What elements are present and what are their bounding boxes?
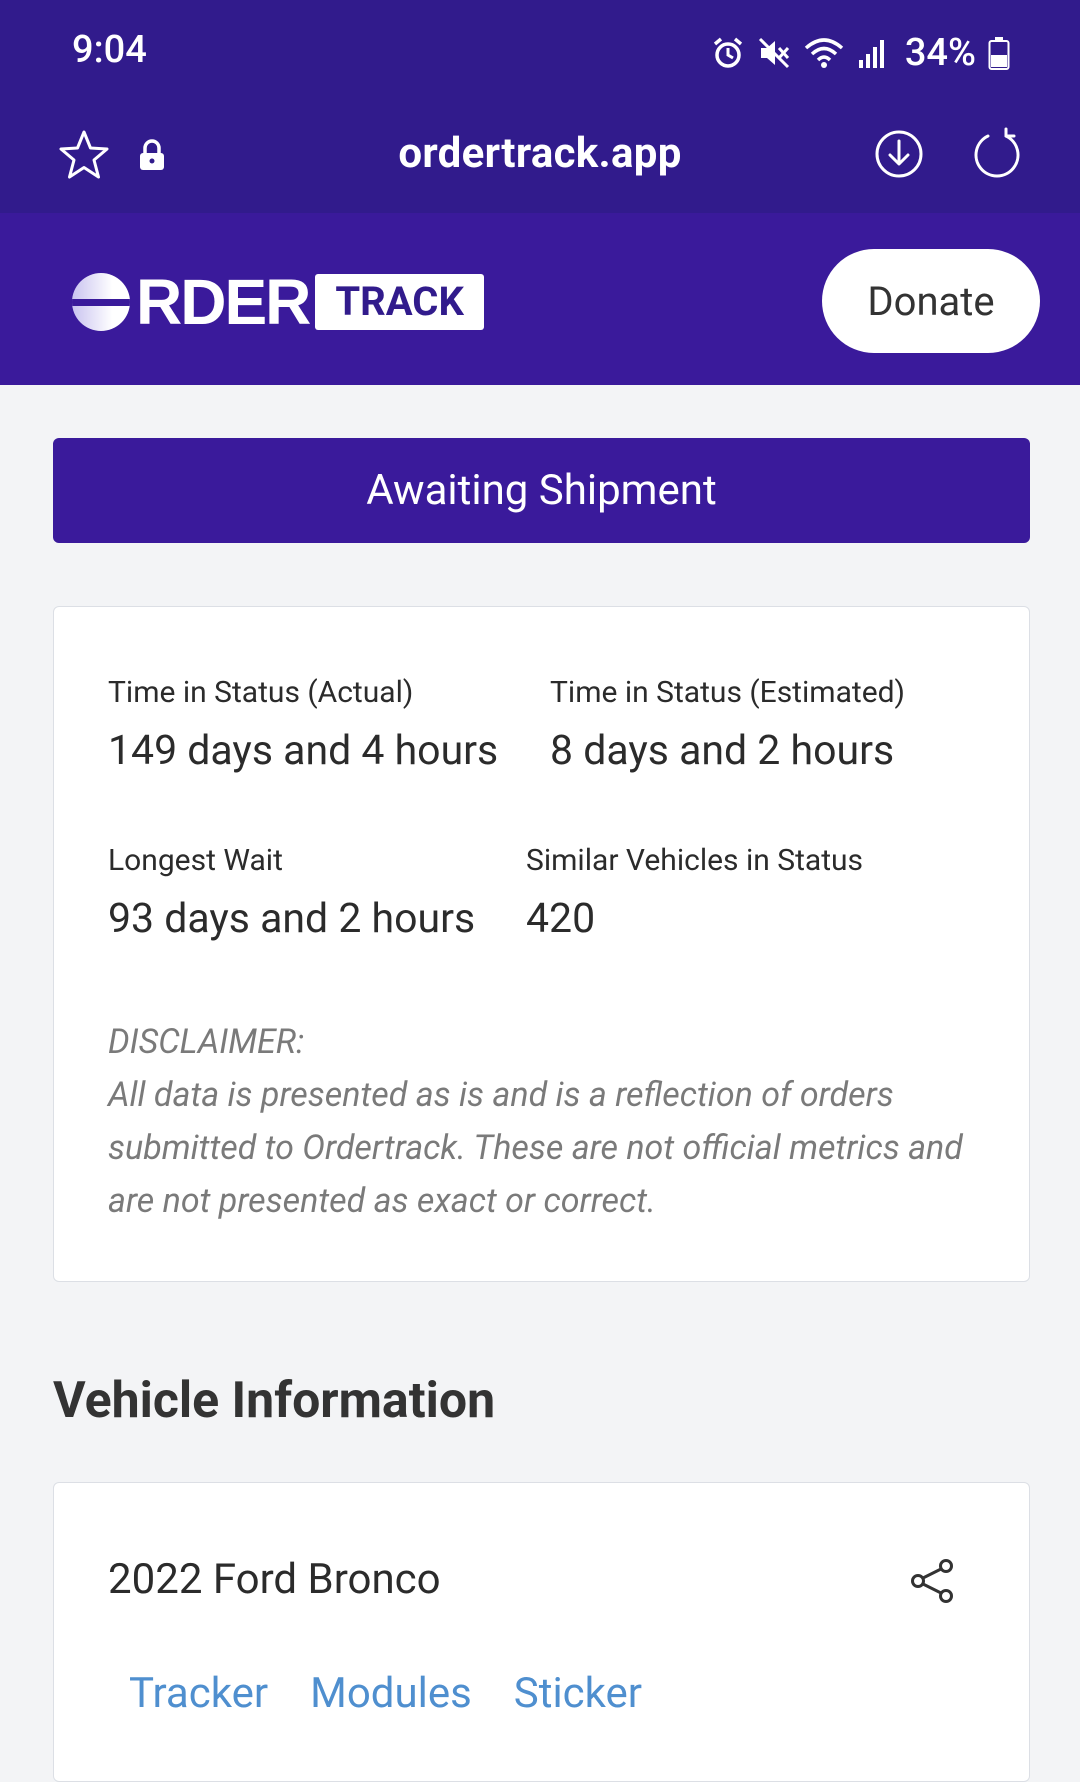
estimated-time-label: Time in Status (Estimated): [550, 675, 906, 710]
donate-button[interactable]: Donate: [822, 249, 1040, 353]
logo-word: RDER: [136, 266, 311, 338]
disclaimer-text: All data is presented as is and is a ref…: [108, 1075, 963, 1221]
vehicle-name: 2022 Ford Bronco: [108, 1555, 441, 1604]
download-icon[interactable]: [872, 127, 926, 181]
alarm-icon: [713, 37, 742, 68]
battery-icon: [988, 37, 1010, 70]
tab-sticker[interactable]: Sticker: [514, 1669, 642, 1718]
tab-tracker[interactable]: Tracker: [129, 1669, 268, 1718]
reload-icon[interactable]: [970, 127, 1024, 181]
tab-modules[interactable]: Modules: [310, 1669, 472, 1718]
longest-wait-label: Longest Wait: [108, 843, 283, 878]
browser-bar: ordertrack.app: [0, 105, 1080, 213]
similar-vehicles-value: 420: [526, 895, 596, 943]
similar-vehicles-label: Similar Vehicles in Status: [526, 843, 864, 878]
signal-icon: [858, 40, 884, 68]
estimated-time-value: 8 days and 2 hours: [550, 727, 895, 775]
app-header: RDER TRACK Donate: [0, 213, 1080, 385]
status-time: 9:04: [72, 28, 147, 72]
stats-card: Time in Status (Actual) 149 days and 4 h…: [53, 606, 1030, 1282]
status-bar: 9:04 34%: [0, 0, 1080, 105]
logo-o-icon: [72, 273, 130, 331]
vehicle-section-title: Vehicle Information: [53, 1372, 496, 1430]
share-icon[interactable]: [908, 1557, 956, 1605]
battery-percent: 34%: [904, 31, 976, 75]
status-icons: 34%: [711, 30, 1010, 76]
logo-track: TRACK: [315, 274, 484, 330]
vehicle-card: 2022 Ford Bronco Tracker Modules Sticker: [53, 1482, 1030, 1782]
vehicle-tabs: Tracker Modules Sticker: [129, 1669, 642, 1718]
actual-time-value: 149 days and 4 hours: [108, 727, 499, 775]
disclaimer-title: DISCLAIMER:: [108, 1022, 305, 1062]
status-banner: Awaiting Shipment: [53, 438, 1030, 543]
longest-wait-value: 93 days and 2 hours: [108, 895, 476, 943]
wifi-icon: [804, 38, 843, 68]
actual-time-label: Time in Status (Actual): [108, 675, 414, 710]
ordertrack-logo[interactable]: RDER TRACK: [72, 266, 484, 338]
mute-icon: [758, 37, 789, 69]
